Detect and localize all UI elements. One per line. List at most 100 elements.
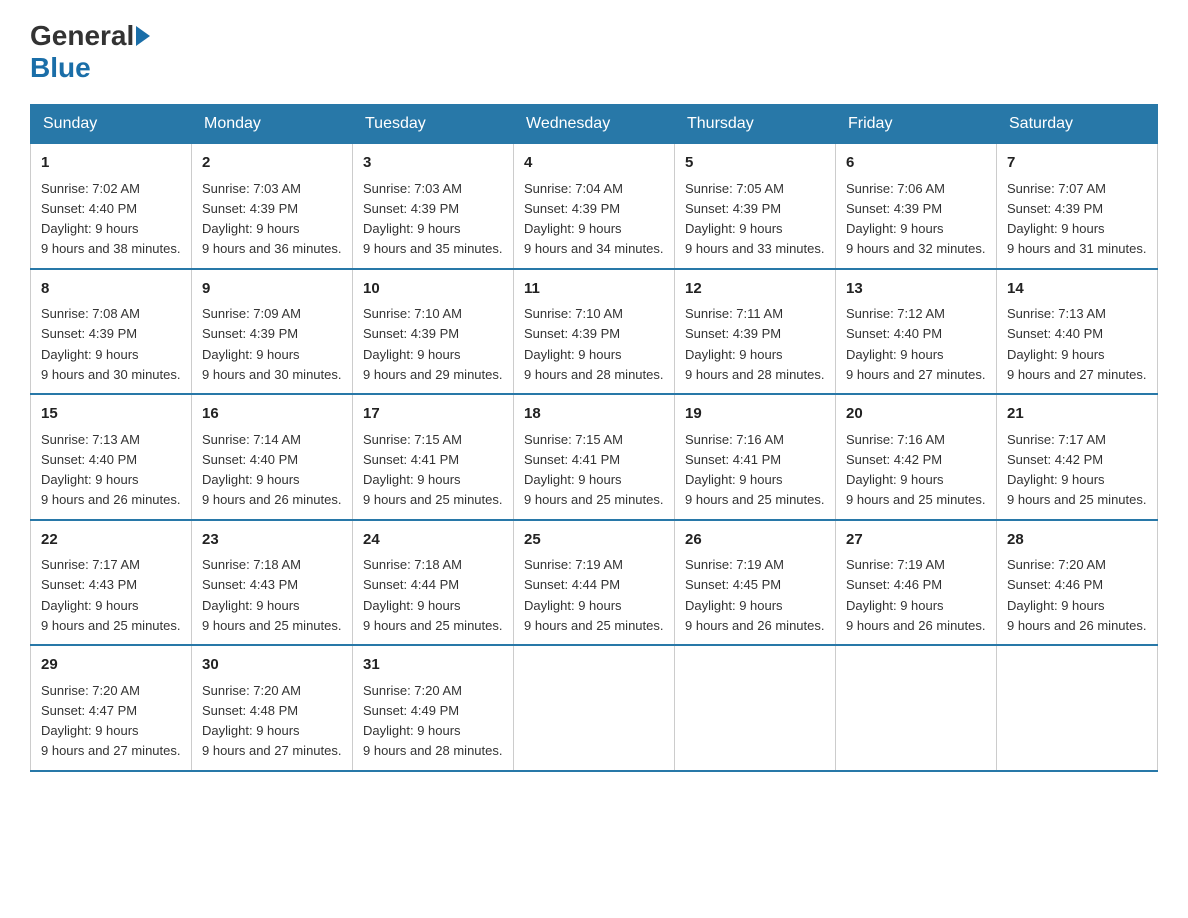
calendar-cell [675, 645, 836, 771]
day-number: 4 [524, 152, 664, 175]
weekday-header-row: SundayMondayTuesdayWednesdayThursdayFrid… [31, 105, 1158, 144]
day-number: 30 [202, 654, 342, 677]
calendar-table: SundayMondayTuesdayWednesdayThursdayFrid… [30, 104, 1158, 772]
day-info: Sunrise: 7:03 AMSunset: 4:39 PMDaylight:… [202, 181, 341, 257]
calendar-cell: 22 Sunrise: 7:17 AMSunset: 4:43 PMDayligh… [31, 520, 192, 646]
calendar-cell: 19Sunrise: 7:16 AMSunset: 4:41 PMDayligh… [675, 394, 836, 520]
day-info: Sunrise: 7:20 AMSunset: 4:46 PMDaylight:… [1007, 557, 1146, 633]
day-number: 14 [1007, 278, 1147, 301]
calendar-cell: 13 Sunrise: 7:12 AMSunset: 4:40 PMDayligh… [836, 269, 997, 395]
day-info: Sunrise: 7:20 AMSunset: 4:49 PMDaylight:… [363, 683, 502, 759]
day-number: 9 [202, 278, 342, 301]
day-info: Sunrise: 7:20 AMSunset: 4:47 PMDaylight:… [41, 683, 180, 759]
day-info: Sunrise: 7:19 AMSunset: 4:45 PMDaylight:… [685, 557, 824, 633]
calendar-cell: 20Sunrise: 7:16 AMSunset: 4:42 PMDayligh… [836, 394, 997, 520]
logo: General Blue [30, 20, 152, 84]
calendar-cell: 1 Sunrise: 7:02 AMSunset: 4:40 PMDaylight… [31, 144, 192, 269]
calendar-cell: 5 Sunrise: 7:05 AMSunset: 4:39 PMDaylight… [675, 144, 836, 269]
day-info: Sunrise: 7:17 AMSunset: 4:42 PMDaylight:… [1007, 432, 1146, 508]
day-number: 2 [202, 152, 342, 175]
day-info: Sunrise: 7:08 AMSunset: 4:39 PMDaylight:… [41, 306, 180, 382]
calendar-cell: 28 Sunrise: 7:20 AMSunset: 4:46 PMDayligh… [997, 520, 1158, 646]
calendar-cell: 9 Sunrise: 7:09 AMSunset: 4:39 PMDaylight… [192, 269, 353, 395]
day-info: Sunrise: 7:15 AMSunset: 4:41 PMDaylight:… [363, 432, 502, 508]
day-info: Sunrise: 7:20 AMSunset: 4:48 PMDaylight:… [202, 683, 341, 759]
calendar-cell: 31 Sunrise: 7:20 AMSunset: 4:49 PMDayligh… [353, 645, 514, 771]
day-info: Sunrise: 7:17 AMSunset: 4:43 PMDaylight:… [41, 557, 180, 633]
day-number: 19 [685, 403, 825, 426]
page-header: General Blue [30, 20, 1158, 84]
day-number: 27 [846, 529, 986, 552]
calendar-cell: 7 Sunrise: 7:07 AMSunset: 4:39 PMDaylight… [997, 144, 1158, 269]
calendar-cell: 14Sunrise: 7:13 AMSunset: 4:40 PMDayligh… [997, 269, 1158, 395]
calendar-week-row: 22 Sunrise: 7:17 AMSunset: 4:43 PMDayligh… [31, 520, 1158, 646]
day-number: 6 [846, 152, 986, 175]
calendar-cell: 26 Sunrise: 7:19 AMSunset: 4:45 PMDayligh… [675, 520, 836, 646]
calendar-week-row: 8Sunrise: 7:08 AMSunset: 4:39 PMDaylight… [31, 269, 1158, 395]
day-info: Sunrise: 7:07 AMSunset: 4:39 PMDaylight:… [1007, 181, 1146, 257]
day-info: Sunrise: 7:15 AMSunset: 4:41 PMDaylight:… [524, 432, 663, 508]
calendar-cell: 23Sunrise: 7:18 AMSunset: 4:43 PMDayligh… [192, 520, 353, 646]
weekday-header-sunday: Sunday [31, 105, 192, 144]
day-number: 15 [41, 403, 181, 426]
logo-blue-text: Blue [30, 52, 91, 83]
day-number: 20 [846, 403, 986, 426]
calendar-cell: 30 Sunrise: 7:20 AMSunset: 4:48 PMDayligh… [192, 645, 353, 771]
day-info: Sunrise: 7:10 AMSunset: 4:39 PMDaylight:… [524, 306, 663, 382]
weekday-header-thursday: Thursday [675, 105, 836, 144]
day-number: 21 [1007, 403, 1147, 426]
calendar-cell: 4Sunrise: 7:04 AMSunset: 4:39 PMDaylight… [514, 144, 675, 269]
weekday-header-tuesday: Tuesday [353, 105, 514, 144]
day-info: Sunrise: 7:09 AMSunset: 4:39 PMDaylight:… [202, 306, 341, 382]
day-number: 29 [41, 654, 181, 677]
day-info: Sunrise: 7:11 AMSunset: 4:39 PMDaylight:… [685, 306, 824, 382]
day-number: 5 [685, 152, 825, 175]
day-number: 3 [363, 152, 503, 175]
day-number: 17 [363, 403, 503, 426]
calendar-cell [997, 645, 1158, 771]
day-info: Sunrise: 7:10 AMSunset: 4:39 PMDaylight:… [363, 306, 502, 382]
day-info: Sunrise: 7:19 AMSunset: 4:46 PMDaylight:… [846, 557, 985, 633]
logo-arrow-icon [136, 26, 150, 46]
day-number: 22 [41, 529, 181, 552]
day-info: Sunrise: 7:12 AMSunset: 4:40 PMDaylight:… [846, 306, 985, 382]
day-number: 10 [363, 278, 503, 301]
day-number: 11 [524, 278, 664, 301]
calendar-cell: 11 Sunrise: 7:10 AMSunset: 4:39 PMDayligh… [514, 269, 675, 395]
day-info: Sunrise: 7:18 AMSunset: 4:44 PMDaylight:… [363, 557, 502, 633]
day-number: 7 [1007, 152, 1147, 175]
day-number: 12 [685, 278, 825, 301]
calendar-cell [836, 645, 997, 771]
calendar-cell: 15Sunrise: 7:13 AMSunset: 4:40 PMDayligh… [31, 394, 192, 520]
day-number: 18 [524, 403, 664, 426]
day-number: 1 [41, 152, 181, 175]
day-info: Sunrise: 7:19 AMSunset: 4:44 PMDaylight:… [524, 557, 663, 633]
weekday-header-wednesday: Wednesday [514, 105, 675, 144]
calendar-week-row: 29 Sunrise: 7:20 AMSunset: 4:47 PMDayligh… [31, 645, 1158, 771]
day-info: Sunrise: 7:14 AMSunset: 4:40 PMDaylight:… [202, 432, 341, 508]
day-info: Sunrise: 7:18 AMSunset: 4:43 PMDaylight:… [202, 557, 341, 633]
calendar-cell: 3 Sunrise: 7:03 AMSunset: 4:39 PMDaylight… [353, 144, 514, 269]
weekday-header-monday: Monday [192, 105, 353, 144]
day-number: 28 [1007, 529, 1147, 552]
day-number: 26 [685, 529, 825, 552]
day-info: Sunrise: 7:03 AMSunset: 4:39 PMDaylight:… [363, 181, 502, 257]
day-info: Sunrise: 7:06 AMSunset: 4:39 PMDaylight:… [846, 181, 985, 257]
day-number: 13 [846, 278, 986, 301]
calendar-cell: 8Sunrise: 7:08 AMSunset: 4:39 PMDaylight… [31, 269, 192, 395]
day-number: 31 [363, 654, 503, 677]
weekday-header-friday: Friday [836, 105, 997, 144]
day-number: 16 [202, 403, 342, 426]
calendar-cell: 16 Sunrise: 7:14 AMSunset: 4:40 PMDayligh… [192, 394, 353, 520]
calendar-cell: 27 Sunrise: 7:19 AMSunset: 4:46 PMDayligh… [836, 520, 997, 646]
logo-general-text: General [30, 20, 134, 52]
weekday-header-saturday: Saturday [997, 105, 1158, 144]
calendar-cell: 12 Sunrise: 7:11 AMSunset: 4:39 PMDayligh… [675, 269, 836, 395]
calendar-cell: 17 Sunrise: 7:15 AMSunset: 4:41 PMDayligh… [353, 394, 514, 520]
calendar-cell: 18 Sunrise: 7:15 AMSunset: 4:41 PMDayligh… [514, 394, 675, 520]
calendar-cell: 10 Sunrise: 7:10 AMSunset: 4:39 PMDayligh… [353, 269, 514, 395]
calendar-week-row: 15Sunrise: 7:13 AMSunset: 4:40 PMDayligh… [31, 394, 1158, 520]
day-info: Sunrise: 7:05 AMSunset: 4:39 PMDaylight:… [685, 181, 824, 257]
day-info: Sunrise: 7:02 AMSunset: 4:40 PMDaylight:… [41, 181, 180, 257]
calendar-week-row: 1 Sunrise: 7:02 AMSunset: 4:40 PMDaylight… [31, 144, 1158, 269]
